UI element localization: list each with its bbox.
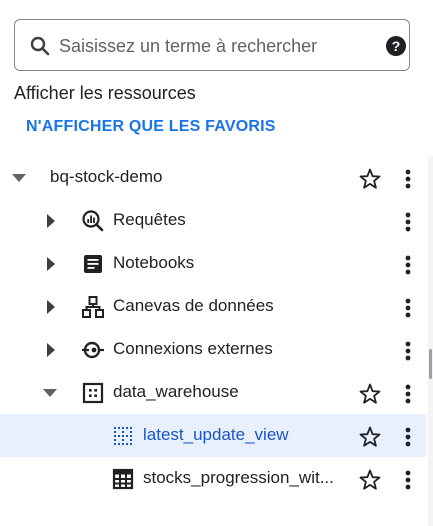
notebook-icon [84,255,102,273]
search-input[interactable] [59,32,359,60]
dataset-icon [82,382,104,404]
table-icon [112,468,134,490]
query-icon [82,210,104,232]
tree-row-project[interactable]: bq-stock-demo [0,156,426,199]
more-vert-icon[interactable] [396,339,420,363]
tree-row-label: Connexions externes [113,339,273,358]
search-box[interactable]: ? [14,19,410,71]
tree-row-label: data_warehouse [113,382,239,401]
more-vert-icon[interactable] [396,253,420,277]
scrollbar[interactable] [428,156,433,526]
tree-row-dataset[interactable]: data_warehouse [0,371,426,414]
tree-row-queries[interactable]: Requêtes [0,199,426,242]
more-vert-icon[interactable] [396,425,420,449]
tree-row-external-connections[interactable]: Connexions externes [0,328,426,371]
caret-right-icon[interactable] [42,341,60,359]
tree-row-data-canvas[interactable]: Canevas de données [0,285,426,328]
star-icon[interactable] [358,468,382,492]
caret-right-icon[interactable] [42,298,60,316]
tree-row-notebooks[interactable]: Notebooks [0,242,426,285]
tree-row-label: Notebooks [113,253,195,272]
caret-down-icon[interactable] [10,169,28,187]
caret-right-icon[interactable] [42,255,60,273]
tree-row-label: stocks_progression_wit... [143,468,334,487]
star-icon[interactable] [358,167,382,191]
show-resources-label: Afficher les ressources [14,83,196,103]
help-icon[interactable]: ? [384,34,408,58]
external-connection-icon [82,341,104,359]
tree-row-label: Canevas de données [113,296,274,315]
view-icon [114,427,132,445]
more-vert-icon[interactable] [396,468,420,492]
caret-right-icon[interactable] [42,212,60,230]
more-vert-icon[interactable] [396,382,420,406]
scrollbar-thumb[interactable] [429,349,432,379]
star-icon[interactable] [358,425,382,449]
search-icon [30,36,50,56]
resource-tree: bq-stock-demo Requêtes Notebooks Canevas… [0,156,426,500]
svg-text:?: ? [392,38,401,54]
tree-row-label: bq-stock-demo [50,167,163,186]
show-favorites-only-link[interactable]: N'AFFICHER QUE LES FAVORIS [26,118,276,136]
more-vert-icon[interactable] [396,210,420,234]
tree-row-label: Requêtes [113,210,186,229]
star-icon[interactable] [358,382,382,406]
more-vert-icon[interactable] [396,296,420,320]
more-vert-icon[interactable] [396,167,420,191]
tree-row-table[interactable]: stocks_progression_wit... [0,457,426,500]
data-canvas-icon [82,296,104,318]
caret-down-icon[interactable] [41,384,59,402]
tree-row-label: latest_update_view [143,425,289,444]
tree-row-view-selected[interactable]: latest_update_view [0,414,426,457]
